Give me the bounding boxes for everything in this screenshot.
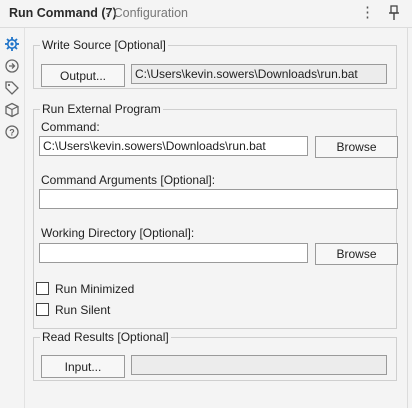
panel-subtitle: - Configuration xyxy=(106,6,188,20)
command-arguments-input[interactable] xyxy=(39,189,398,209)
write-source-path-field[interactable]: C:\Users\kevin.sowers\Downloads\run.bat xyxy=(131,64,387,84)
read-results-legend: Read Results [Optional] xyxy=(40,330,171,344)
command-browse-button[interactable]: Browse xyxy=(315,136,398,158)
run-minimized-label: Run Minimized xyxy=(55,282,135,296)
run-minimized-checkbox[interactable] xyxy=(36,282,49,295)
command-label: Command: xyxy=(41,120,100,134)
panel-right-border xyxy=(407,28,408,408)
arrow-circle-icon[interactable] xyxy=(4,58,20,74)
input-button[interactable]: Input... xyxy=(41,355,125,378)
working-directory-label: Working Directory [Optional]: xyxy=(41,226,195,240)
run-silent-checkbox[interactable] xyxy=(36,303,49,316)
write-source-group: Write Source [Optional] Output... C:\Use… xyxy=(33,38,397,89)
run-external-program-legend: Run External Program xyxy=(40,102,163,116)
write-source-legend: Write Source [Optional] xyxy=(40,38,168,52)
panel-title: Run Command (7) xyxy=(9,6,117,20)
cube-icon[interactable] xyxy=(4,102,20,118)
output-button[interactable]: Output... xyxy=(41,64,125,87)
pin-icon[interactable] xyxy=(387,5,401,21)
svg-text:?: ? xyxy=(9,128,15,138)
read-results-group: Read Results [Optional] Input... xyxy=(33,330,397,381)
command-input[interactable]: C:\Users\kevin.sowers\Downloads\run.bat xyxy=(39,136,308,156)
help-icon[interactable]: ? xyxy=(4,124,20,140)
configuration-content: Write Source [Optional] Output... C:\Use… xyxy=(25,28,412,408)
sidebar: ? xyxy=(0,28,25,408)
command-arguments-label: Command Arguments [Optional]: xyxy=(41,173,216,187)
tag-icon[interactable] xyxy=(4,80,20,96)
run-silent-label: Run Silent xyxy=(55,303,111,317)
read-results-path-field[interactable] xyxy=(131,355,387,375)
working-directory-input[interactable] xyxy=(39,243,308,263)
run-external-program-group: Run External Program Command: C:\Users\k… xyxy=(33,102,398,329)
more-vertical-icon[interactable]: ⋮ xyxy=(360,4,375,22)
working-directory-browse-button[interactable]: Browse xyxy=(315,243,398,265)
panel-header: Run Command (7) - Configuration ⋮ xyxy=(0,0,412,28)
gear-icon[interactable] xyxy=(4,36,20,52)
